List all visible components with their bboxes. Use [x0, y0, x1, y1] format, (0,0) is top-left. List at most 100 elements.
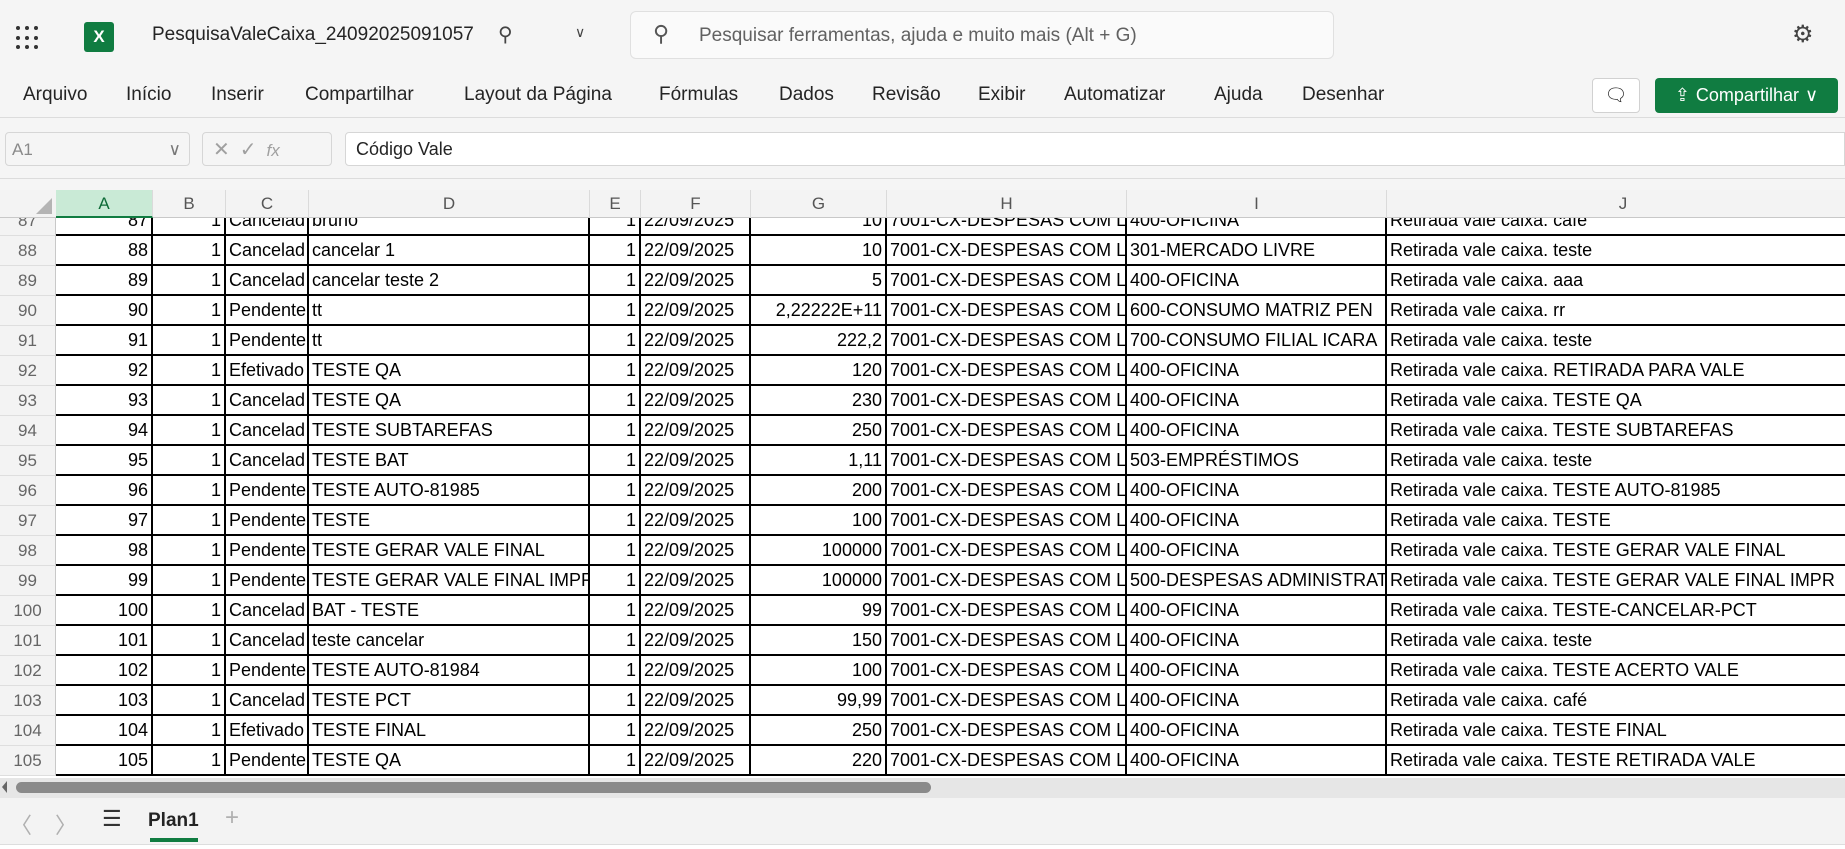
cell-c[interactable]: Efetivado	[226, 716, 309, 746]
cell-e[interactable]: 1	[590, 686, 641, 716]
cell-g[interactable]: 99	[751, 596, 887, 626]
formula-input[interactable]: Código Vale	[345, 132, 1845, 166]
fx-icon[interactable]: fx	[267, 141, 280, 160]
row-header[interactable]: 95	[0, 446, 56, 476]
cell-d[interactable]: TESTE AUTO-81985	[309, 476, 590, 506]
cell-b[interactable]: 1	[153, 446, 226, 476]
cell-e[interactable]: 1	[590, 218, 641, 236]
cell-g[interactable]: 230	[751, 386, 887, 416]
cell-a[interactable]: 91	[56, 326, 153, 356]
cell-i[interactable]: 400-OFICINA	[1127, 266, 1387, 296]
cell-h[interactable]: 7001-CX-DESPESAS COM L	[887, 566, 1127, 596]
cell-i[interactable]: 400-OFICINA	[1127, 596, 1387, 626]
cell-a[interactable]: 98	[56, 536, 153, 566]
cell-g[interactable]: 250	[751, 716, 887, 746]
row-header[interactable]: 91	[0, 326, 56, 356]
tab-dados[interactable]: Dados	[779, 84, 834, 106]
cell-g[interactable]: 222,2	[751, 326, 887, 356]
row-header[interactable]: 102	[0, 656, 56, 686]
cell-c[interactable]: Pendente	[226, 296, 309, 326]
select-all-button[interactable]	[0, 190, 56, 218]
cell-f[interactable]: 22/09/2025	[641, 236, 751, 266]
cell-h[interactable]: 7001-CX-DESPESAS COM L	[887, 386, 1127, 416]
row-header[interactable]: 103	[0, 686, 56, 716]
tab-automatizar[interactable]: Automatizar	[1064, 84, 1165, 106]
cell-g[interactable]: 1,11	[751, 446, 887, 476]
cell-g[interactable]: 220	[751, 746, 887, 776]
column-header-j[interactable]: J	[1387, 190, 1845, 218]
cell-a[interactable]: 94	[56, 416, 153, 446]
column-header-b[interactable]: B	[153, 190, 226, 218]
cell-i[interactable]: 500-DESPESAS ADMINISTRAT	[1127, 566, 1387, 596]
cell-b[interactable]: 1	[153, 746, 226, 776]
row-header[interactable]: 101	[0, 626, 56, 656]
cell-d[interactable]: TESTE QA	[309, 386, 590, 416]
cell-h[interactable]: 7001-CX-DESPESAS COM L	[887, 476, 1127, 506]
cell-c[interactable]: Cancelad	[226, 386, 309, 416]
cell-f[interactable]: 22/09/2025	[641, 686, 751, 716]
cell-g[interactable]: 100000	[751, 536, 887, 566]
cell-e[interactable]: 1	[590, 326, 641, 356]
cell-g[interactable]: 200	[751, 476, 887, 506]
all-sheets-menu-icon[interactable]: ☰	[102, 806, 122, 832]
cell-f[interactable]: 22/09/2025	[641, 536, 751, 566]
cell-f[interactable]: 22/09/2025	[641, 566, 751, 596]
row-header[interactable]: 104	[0, 716, 56, 746]
cell-a[interactable]: 87	[56, 218, 153, 236]
cell-h[interactable]: 7001-CX-DESPESAS COM L	[887, 596, 1127, 626]
cell-i[interactable]: 503-EMPRÉSTIMOS	[1127, 446, 1387, 476]
cell-f[interactable]: 22/09/2025	[641, 626, 751, 656]
cell-f[interactable]: 22/09/2025	[641, 386, 751, 416]
cell-g[interactable]: 10	[751, 218, 887, 236]
cell-i[interactable]: 400-OFICINA	[1127, 356, 1387, 386]
column-header-i[interactable]: I	[1127, 190, 1387, 218]
row-header[interactable]: 100	[0, 596, 56, 626]
cell-g[interactable]: 10	[751, 236, 887, 266]
cell-e[interactable]: 1	[590, 356, 641, 386]
cell-c[interactable]: Cancelad	[226, 686, 309, 716]
cell-a[interactable]: 95	[56, 446, 153, 476]
cell-e[interactable]: 1	[590, 236, 641, 266]
cell-b[interactable]: 1	[153, 626, 226, 656]
tab-inserir[interactable]: Inserir	[211, 84, 264, 106]
cell-j[interactable]: Retirada vale caixa. teste	[1387, 326, 1845, 356]
tab-desenhar[interactable]: Desenhar	[1302, 84, 1384, 106]
cell-j[interactable]: Retirada vale caixa. café	[1387, 686, 1845, 716]
comments-button[interactable]: 🗨	[1592, 78, 1640, 113]
cell-a[interactable]: 92	[56, 356, 153, 386]
cell-j[interactable]: Retirada vale caixa. RETIRADA PARA VALE	[1387, 356, 1845, 386]
cell-d[interactable]: TESTE PCT	[309, 686, 590, 716]
cell-g[interactable]: 99,99	[751, 686, 887, 716]
cell-h[interactable]: 7001-CX-DESPESAS COM L	[887, 236, 1127, 266]
cell-b[interactable]: 1	[153, 686, 226, 716]
column-header-e[interactable]: E	[590, 190, 641, 218]
cell-f[interactable]: 22/09/2025	[641, 506, 751, 536]
cell-a[interactable]: 97	[56, 506, 153, 536]
cell-d[interactable]: bruno	[309, 218, 590, 236]
cell-f[interactable]: 22/09/2025	[641, 716, 751, 746]
column-header-d[interactable]: D	[309, 190, 590, 218]
cell-i[interactable]: 400-OFICINA	[1127, 386, 1387, 416]
chevron-left-icon[interactable]: 〈	[10, 808, 32, 840]
cell-e[interactable]: 1	[590, 716, 641, 746]
cell-d[interactable]: BAT - TESTE	[309, 596, 590, 626]
cell-e[interactable]: 1	[590, 536, 641, 566]
cell-b[interactable]: 1	[153, 656, 226, 686]
cancel-icon[interactable]: ✕	[213, 139, 240, 161]
sheet-tab-plan1[interactable]: Plan1	[148, 810, 199, 832]
tab-arquivo[interactable]: Arquivo	[23, 84, 87, 106]
cell-b[interactable]: 1	[153, 266, 226, 296]
horizontal-scrollbar[interactable]	[0, 778, 1845, 798]
column-header-h[interactable]: H	[887, 190, 1127, 218]
cell-d[interactable]: TESTE FINAL	[309, 716, 590, 746]
cell-h[interactable]: 7001-CX-DESPESAS COM L	[887, 266, 1127, 296]
cell-f[interactable]: 22/09/2025	[641, 356, 751, 386]
cell-d[interactable]: TESTE QA	[309, 746, 590, 776]
cell-h[interactable]: 7001-CX-DESPESAS COM L	[887, 746, 1127, 776]
cell-c[interactable]: Pendente	[226, 536, 309, 566]
cell-i[interactable]: 400-OFICINA	[1127, 656, 1387, 686]
cell-h[interactable]: 7001-CX-DESPESAS COM L	[887, 686, 1127, 716]
cell-c[interactable]: Pendente	[226, 506, 309, 536]
cell-j[interactable]: Retirada vale caixa. TESTE FINAL	[1387, 716, 1845, 746]
cell-b[interactable]: 1	[153, 596, 226, 626]
